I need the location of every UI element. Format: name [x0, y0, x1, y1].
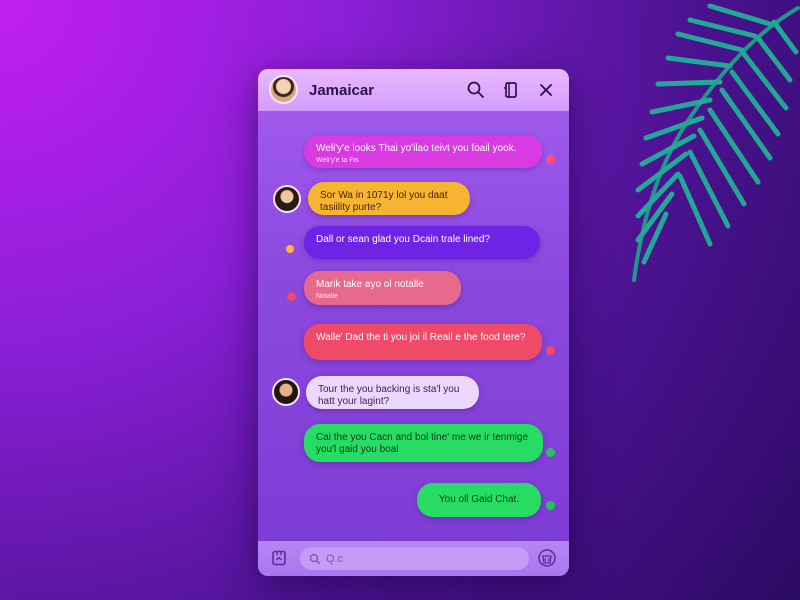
sender-avatar[interactable] — [272, 378, 300, 406]
status-dot — [546, 346, 555, 355]
phone-book-icon[interactable] — [501, 80, 521, 100]
close-icon[interactable] — [536, 80, 556, 100]
message-bubble[interactable]: Sor Wa in 1071y lol you daat tasiility p… — [308, 182, 470, 215]
composer-bar — [258, 541, 569, 576]
status-dot — [287, 292, 296, 301]
status-dot — [546, 501, 555, 510]
chat-window: Jamaicar Weli'y'e looks Thai yo'ilao tei… — [258, 69, 569, 576]
contact-name: Jamaicar — [309, 82, 375, 99]
message-list: Weli'y'e looks Thai yo'ilao teivt you fo… — [258, 111, 569, 541]
message-bubble[interactable]: Tour the you backing is sta'l you hatt y… — [306, 376, 479, 409]
message-input[interactable] — [300, 547, 529, 570]
message-text: Cai the you Cacn and bol tine' me we ir … — [316, 432, 529, 455]
message-bubble[interactable]: Weli'y'e looks Thai yo'ilao teivt you fo… — [304, 135, 542, 168]
message-text: Dall or sean glad you Dcain trale lined? — [316, 234, 490, 245]
palm-leaf-decoration — [632, 3, 800, 282]
message-bubble[interactable]: Marik take ayo ol notalle Notalle — [304, 271, 461, 305]
status-dot — [546, 155, 555, 164]
message-text: Marik take ayo ol notalle — [316, 279, 424, 290]
message-subtext: Weli'y'e ta Fis — [316, 157, 359, 164]
message-text: Sor Wa in 1071y lol you daat tasiility p… — [320, 190, 448, 213]
message-subtext: Notalle — [316, 293, 338, 300]
attachment-icon[interactable] — [270, 549, 288, 567]
emoji-icon[interactable] — [537, 548, 557, 568]
message-bubble[interactable]: You oll Gaid Chat. — [417, 483, 541, 517]
message-bubble[interactable]: Walle' Dad the ti you joi il Reail e the… — [304, 324, 542, 360]
message-text: Weli'y'e looks Thai yo'ilao teivt you fo… — [316, 143, 517, 154]
message-text: Walle' Dad the ti you joi il Reail e the… — [316, 332, 526, 343]
input-search-icon — [309, 553, 321, 565]
search-icon[interactable] — [466, 80, 486, 100]
status-dot — [546, 448, 555, 457]
message-bubble[interactable]: Cai the you Cacn and bol tine' me we ir … — [304, 424, 543, 462]
contact-avatar[interactable] — [269, 75, 298, 104]
message-text: Tour the you backing is sta'l you hatt y… — [318, 384, 460, 407]
message-bubble[interactable]: Dall or sean glad you Dcain trale lined? — [304, 226, 540, 259]
sender-avatar[interactable] — [273, 185, 301, 213]
message-text: You oll Gaid Chat. — [438, 494, 520, 505]
status-dot — [286, 245, 294, 253]
chat-header: Jamaicar — [258, 69, 569, 111]
